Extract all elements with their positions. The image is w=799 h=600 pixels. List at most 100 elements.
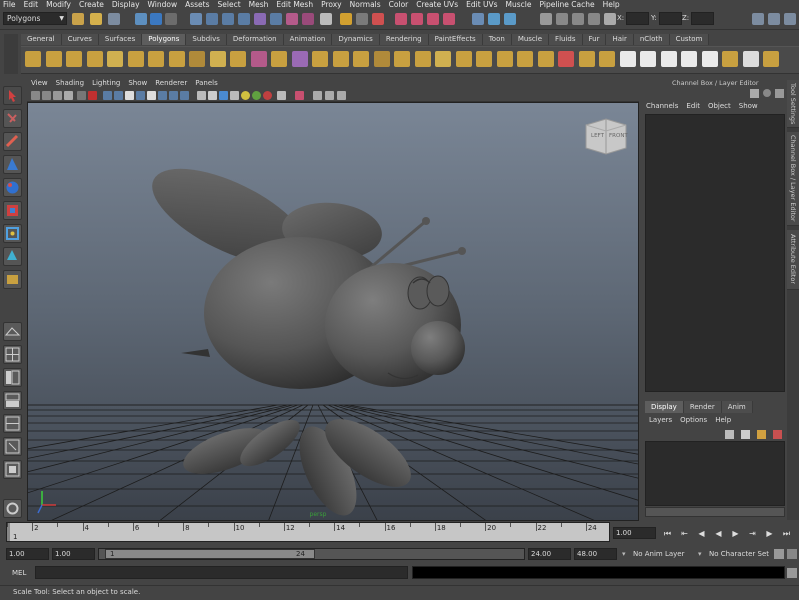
split-polygon-icon[interactable] — [455, 51, 472, 67]
safe-title-icon[interactable] — [147, 91, 156, 100]
panel-menu-renderer[interactable]: Renderer — [151, 78, 191, 89]
ipr-icon[interactable] — [427, 13, 439, 25]
shelf-tab-toon[interactable]: Toon — [482, 34, 512, 45]
step-back-frame-icon[interactable]: ◀ — [696, 528, 707, 539]
shelf-tab-fluids[interactable]: Fluids — [549, 34, 583, 45]
select-camera-icon[interactable] — [31, 91, 40, 100]
shelf-tab-curves[interactable]: Curves — [61, 34, 99, 45]
selection-mask-icon[interactable] — [190, 13, 202, 25]
channel-box-menu-edit[interactable]: Edit — [682, 101, 704, 112]
select-hierarchy-icon[interactable] — [135, 13, 147, 25]
custom-layout-icon[interactable] — [3, 460, 22, 479]
menu-create-uvs[interactable]: Create UVs — [413, 0, 463, 10]
render-settings-icon[interactable] — [372, 13, 384, 25]
shelf-tab-surfaces[interactable]: Surfaces — [98, 34, 143, 45]
paint-select-tool-icon[interactable] — [3, 132, 22, 151]
make-live-icon[interactable] — [270, 13, 282, 25]
soft-mod-icon[interactable] — [3, 247, 22, 266]
lock-selection-icon[interactable] — [556, 13, 568, 25]
layer-options-icon[interactable] — [757, 430, 766, 439]
menu-set-dropdown[interactable]: Polygons ▼ — [3, 12, 67, 25]
menu-muscle[interactable]: Muscle — [503, 0, 537, 10]
step-back-key-icon[interactable]: ⇤ — [679, 528, 690, 539]
animation-start-field[interactable]: 1.00 — [6, 548, 49, 560]
poly-cube-icon[interactable] — [45, 51, 62, 67]
persp-graph-layout-icon[interactable] — [3, 391, 22, 410]
layer-delete-icon[interactable] — [773, 430, 782, 439]
persp-hypergraph-layout-icon[interactable] — [3, 437, 22, 456]
poly-plane-icon[interactable] — [107, 51, 123, 67]
rotate-tool-icon[interactable] — [3, 178, 22, 197]
smooth-icon[interactable] — [312, 51, 328, 67]
ambient-occlusion-icon[interactable] — [263, 91, 272, 100]
channel-box-key-icon[interactable] — [750, 89, 759, 98]
menu-display[interactable]: Display — [109, 0, 145, 10]
use-all-lights-icon[interactable] — [230, 91, 239, 100]
poly-pyramid-icon[interactable] — [168, 51, 185, 67]
output-ops-icon[interactable] — [302, 13, 314, 25]
panel-menu-lighting[interactable]: Lighting — [88, 78, 124, 89]
checker-icon[interactable] — [742, 51, 759, 67]
layer-menu-layers[interactable]: Layers — [645, 415, 676, 426]
menu-help[interactable]: Help — [600, 0, 625, 10]
paint-effects-icon[interactable] — [3, 499, 22, 518]
poly-torus-icon[interactable] — [127, 51, 144, 67]
current-frame-field[interactable]: 1.00 — [613, 527, 656, 539]
hypershade-layout-icon[interactable] — [3, 414, 22, 433]
panel-menu-panels[interactable]: Panels — [191, 78, 222, 89]
channel-box-menu-channels[interactable]: Channels — [642, 101, 682, 112]
new-layer-icon[interactable] — [725, 430, 734, 439]
select-component-icon[interactable] — [165, 13, 177, 25]
layer-tab-display[interactable]: Display — [645, 401, 684, 413]
poly-helix-icon[interactable] — [209, 51, 226, 67]
shadows-icon[interactable] — [241, 91, 250, 100]
step-forward-key-icon[interactable]: ⇥ — [747, 528, 758, 539]
safe-action-icon[interactable] — [136, 91, 145, 100]
frame-selection-icon[interactable] — [325, 91, 334, 100]
extrude-icon[interactable] — [517, 51, 533, 67]
snap-grid-icon[interactable] — [206, 13, 218, 25]
layer-tab-anim[interactable]: Anim — [721, 401, 753, 413]
persp-outliner-layout-icon[interactable] — [3, 368, 22, 387]
show-manipulator-icon[interactable] — [3, 224, 22, 243]
shelf-tab-rendering[interactable]: Rendering — [379, 34, 429, 45]
shelf-tab-painteffects[interactable]: PaintEffects — [428, 34, 483, 45]
shelf-options[interactable] — [4, 34, 18, 74]
cylindrical-mapping-icon[interactable] — [640, 51, 656, 67]
bevel-icon[interactable] — [558, 51, 574, 67]
poly-soccer-ball-icon[interactable] — [230, 51, 246, 67]
poly-cone-icon[interactable] — [86, 51, 103, 67]
playback-end-field[interactable]: 24.00 — [528, 548, 571, 560]
snap-point-icon[interactable] — [238, 13, 250, 25]
hypershade-icon[interactable] — [395, 13, 407, 25]
poly-pipe-icon[interactable] — [189, 51, 205, 67]
bookmarks-icon[interactable] — [53, 91, 62, 100]
toggle-tool-settings-icon[interactable] — [768, 13, 780, 25]
select-tool-icon[interactable] — [3, 86, 22, 105]
merge-vertices-icon[interactable] — [414, 51, 431, 67]
append-polygon-icon[interactable] — [435, 51, 451, 67]
shelf-tab-hair[interactable]: Hair — [606, 34, 634, 45]
layer-tab-render[interactable]: Render — [683, 401, 722, 413]
play-backwards-icon[interactable]: ◀ — [713, 528, 724, 539]
panel-menu-show[interactable]: Show — [124, 78, 151, 89]
image-plane-icon[interactable] — [64, 91, 73, 100]
poly-sphere-icon[interactable] — [25, 51, 41, 67]
shelf-tab-fur[interactable]: Fur — [582, 34, 607, 45]
menu-select[interactable]: Select — [215, 0, 246, 10]
ipr-render-icon[interactable] — [356, 13, 368, 25]
attribute-icon[interactable] — [540, 13, 552, 25]
construction-history-icon[interactable] — [320, 13, 332, 25]
quick-layout-icon[interactable] — [488, 13, 500, 25]
menu-window[interactable]: Window — [145, 0, 183, 10]
channel-box-menu-show[interactable]: Show — [735, 101, 762, 112]
shelf-tab-general[interactable]: General — [21, 34, 62, 45]
menu-proxy[interactable]: Proxy — [318, 0, 347, 10]
sculpt-icon[interactable] — [722, 51, 738, 67]
move-tool-icon[interactable] — [3, 155, 22, 174]
tool-settings-tab[interactable]: Tool Settings — [787, 80, 799, 128]
channel-box-list[interactable] — [645, 114, 785, 392]
channel-box-toggle-icon[interactable] — [763, 89, 771, 97]
save-scene-icon[interactable] — [108, 13, 120, 25]
render-globals-icon[interactable] — [443, 13, 455, 25]
